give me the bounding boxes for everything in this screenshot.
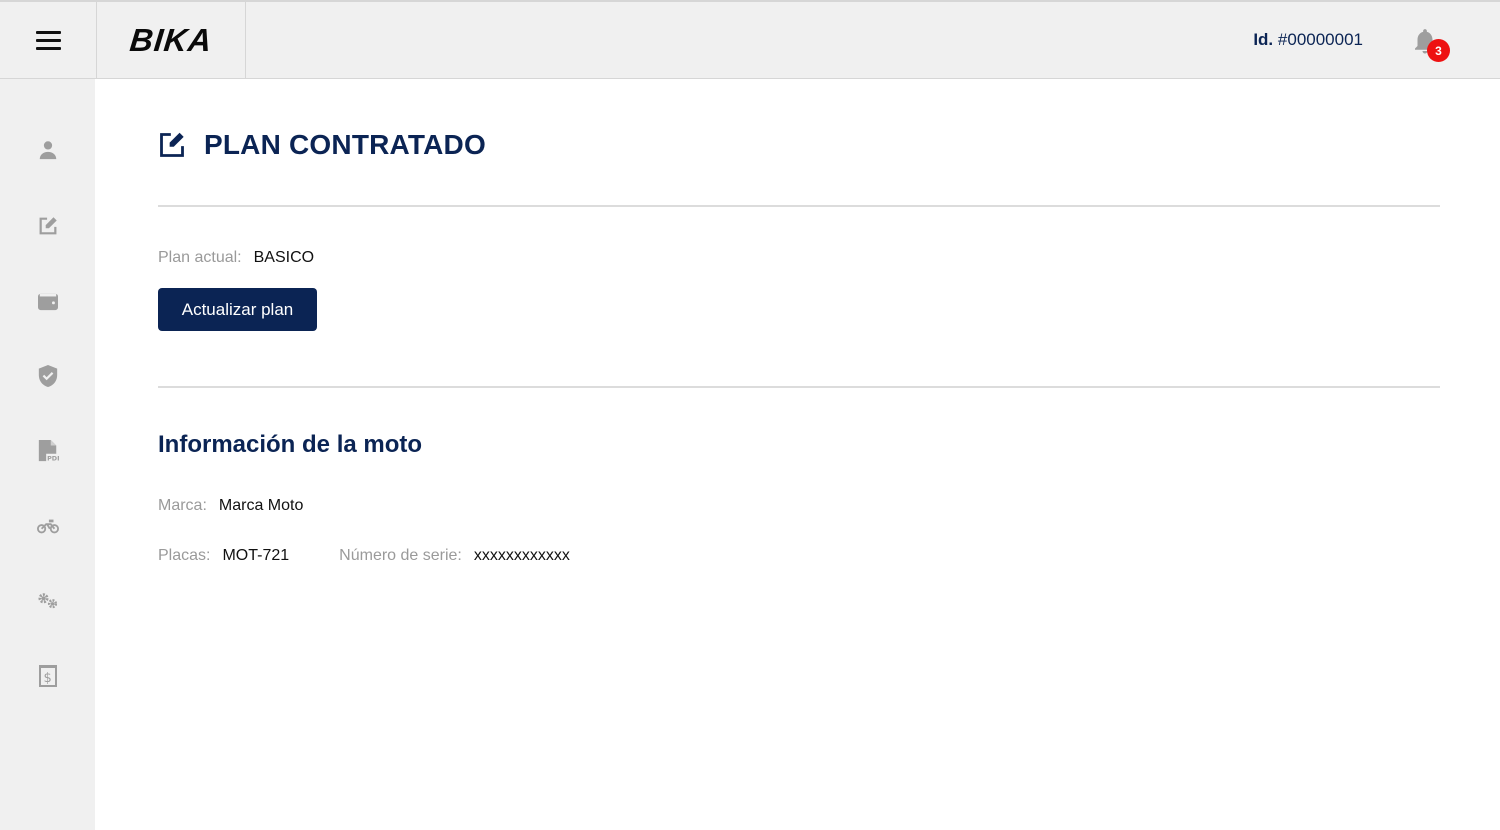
pdf-file-icon: PDF — [38, 440, 59, 463]
marca-label: Marca: — [158, 497, 207, 514]
sidebar-item-settings[interactable] — [35, 588, 61, 614]
marca-value: Marca Moto — [218, 497, 304, 514]
hamburger-icon — [35, 30, 61, 50]
menu-button[interactable] — [0, 2, 97, 78]
placas-serie-info: Placas: MOT-721 Número de serie: xxxxxxxxx… — [158, 547, 570, 565]
user-icon — [39, 141, 57, 160]
invoice-dollar-icon: $ — [39, 665, 57, 687]
user-id: Id. #00000001 — [1253, 30, 1363, 50]
wallet-icon — [38, 293, 58, 311]
sidebar-item-documents[interactable]: PDF — [35, 438, 61, 464]
sidebar-item-plan[interactable] — [35, 213, 61, 239]
sidebar: PDF $ — [0, 79, 95, 830]
svg-text:$: $ — [44, 671, 52, 686]
page-header: PLAN CONTRATADO — [158, 127, 486, 163]
plan-value: BASICO — [253, 249, 315, 266]
divider — [158, 386, 1440, 388]
placas-value: MOT-721 — [222, 547, 290, 564]
sidebar-item-wallet[interactable] — [35, 288, 61, 314]
marca-info: Marca: Marca Moto — [158, 497, 303, 515]
page-title: PLAN CONTRATADO — [204, 129, 486, 160]
sidebar-item-insurance[interactable] — [35, 363, 61, 389]
logo: BIKA — [128, 21, 215, 58]
notification-badge: 3 — [1427, 39, 1450, 62]
user-id-value: #00000001 — [1277, 30, 1363, 49]
moto-section-title: Información de la moto — [158, 431, 423, 458]
logo-container[interactable]: BIKA — [97, 2, 246, 78]
svg-text:PDF: PDF — [47, 455, 59, 463]
plan-info: Plan actual: BASICO — [158, 249, 314, 267]
serie-label: Número de serie: — [339, 547, 462, 564]
edit-icon — [160, 132, 184, 157]
sidebar-item-payments[interactable]: $ — [35, 663, 61, 689]
top-bar: BIKA Id. #00000001 3 — [0, 0, 1500, 79]
gears-icon — [38, 593, 58, 609]
plan-label: Plan actual: — [158, 249, 242, 266]
edit-icon — [39, 217, 57, 235]
serie-group: Número de serie: xxxxxxxxxxxx — [339, 547, 570, 565]
serie-value: xxxxxxxxxxxx — [473, 547, 570, 564]
sidebar-item-profile[interactable] — [35, 137, 61, 163]
placas-label: Placas: — [158, 547, 211, 564]
motorcycle-icon — [37, 519, 59, 534]
divider — [158, 205, 1440, 207]
shield-check-icon — [38, 365, 58, 387]
sidebar-item-motorcycle[interactable] — [35, 513, 61, 539]
user-id-label: Id. — [1253, 30, 1274, 49]
placas-group: Placas: MOT-721 — [158, 547, 289, 565]
update-plan-button[interactable]: Actualizar plan — [158, 288, 317, 331]
